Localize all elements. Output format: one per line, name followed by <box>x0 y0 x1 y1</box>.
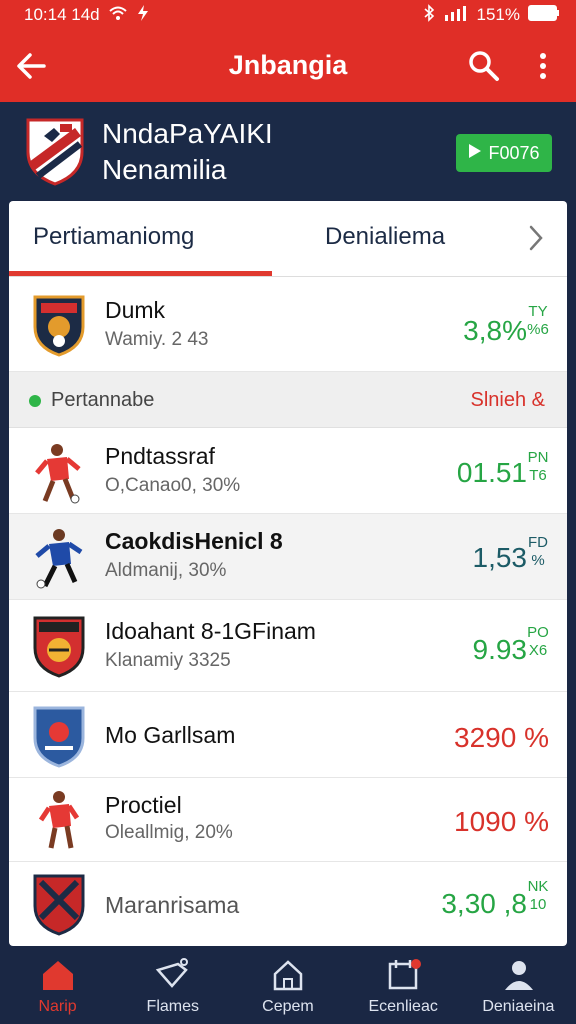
battery-level: 151% <box>476 5 520 24</box>
status-time: 10:14 14d <box>24 5 100 24</box>
club-shield-blue-icon <box>31 704 87 768</box>
signal-icon <box>443 5 469 26</box>
row-value: 3,30 ,8 <box>441 888 527 919</box>
row-name: Maranrisama <box>105 892 240 918</box>
play-icon <box>468 143 482 164</box>
nav-item-narip[interactable]: Narip <box>0 948 115 1024</box>
row-name: Dumk <box>105 297 166 323</box>
row-unit: PO X6 <box>527 624 549 660</box>
row-unit: PN T6 <box>527 449 549 485</box>
nav-label: Narip <box>38 998 77 1015</box>
list-item[interactable]: Idoahant 8-1GFinam Klanamiy 3325 9.93 PO… <box>9 600 567 692</box>
standings-card: Pertiamaniomg Denialiema Dumk Wamiy. 2 4… <box>9 201 567 946</box>
row-unit: TY %6 <box>527 303 549 339</box>
team-name-line2: Nenamilia <box>102 154 227 185</box>
tab-pertiamaniomg[interactable]: Pertiamaniomg <box>33 223 194 251</box>
row-unit-bottom: % <box>531 552 545 569</box>
flash-icon <box>136 4 150 26</box>
nav-label: Cepem <box>262 998 314 1015</box>
row-sub: Oleallmig, 20% <box>105 822 233 843</box>
row-sub: Wamiy. 2 43 <box>105 329 209 350</box>
club-shield-red-icon <box>31 872 87 936</box>
status-bar: 10:14 14d 151% <box>0 0 576 30</box>
nav-label: Flames <box>146 998 199 1015</box>
list-item[interactable]: Proctiel Oleallmig, 20% 1090 % <box>9 778 567 862</box>
row-value: 1090 % <box>454 806 549 837</box>
chevron-right-icon[interactable] <box>525 223 547 253</box>
list-item[interactable]: CaokdisHenicl 8 Aldmanij, 30% 1,53 FD % <box>9 514 567 600</box>
row-unit-bottom: 10 <box>529 896 547 913</box>
status-dot-icon <box>29 395 41 407</box>
calendar-icon <box>388 959 421 990</box>
row-unit-top: NK <box>527 878 549 895</box>
club-crest-icon <box>31 614 87 678</box>
row-name: Pndtassraf <box>105 443 215 469</box>
team-name-line1: NndaPaYAIKI <box>102 118 273 149</box>
row-unit-top: PN <box>527 449 549 466</box>
row-value: 3290 % <box>454 722 549 753</box>
battery-icon <box>528 4 560 26</box>
tab-denialiema[interactable]: Denialiema <box>325 223 445 251</box>
list-item[interactable]: Pndtassraf O,Canao0, 30% 01.51 PN T6 <box>9 429 567 514</box>
nav-item-cepem[interactable]: Cepem <box>230 948 345 1024</box>
row-value: 3,8% <box>463 315 527 346</box>
row-unit-bottom: T6 <box>529 467 547 484</box>
row-sub: Klanamiy 3325 <box>105 650 231 671</box>
row-unit: FD % <box>527 534 549 570</box>
club-crest-icon <box>31 293 87 357</box>
row-value: 9.93 <box>472 634 528 665</box>
player-blue-icon <box>31 526 87 590</box>
wifi-icon <box>108 5 128 26</box>
row-name: CaokdisHenicl 8 <box>105 528 283 554</box>
live-button[interactable]: F0076 <box>456 134 552 172</box>
live-button-label: F0076 <box>488 142 540 163</box>
search-icon[interactable] <box>466 48 502 84</box>
row-unit: NK 10 <box>527 878 549 914</box>
row-sub: Aldmanij, 30% <box>105 560 227 581</box>
nav-label: Ecenlieac <box>368 998 438 1015</box>
tag-icon <box>155 958 189 988</box>
row-unit-bottom: %6 <box>527 321 549 338</box>
section-label: Pertannabe <box>51 389 155 411</box>
row-unit-top: TY <box>528 303 548 320</box>
row-value: 1,53 <box>472 542 528 573</box>
tab-indicator <box>9 271 272 276</box>
row-name: Proctiel <box>105 792 182 818</box>
row-unit-bottom: X6 <box>528 642 548 659</box>
player-red-icon <box>31 441 87 505</box>
app-bar: Jnbangia <box>0 30 576 102</box>
row-name: Mo Garllsam <box>105 722 236 748</box>
home-icon <box>43 961 73 990</box>
player-red-icon <box>31 788 87 852</box>
profile-icon <box>504 961 533 990</box>
row-sub: O,Canao0, 30% <box>105 475 241 496</box>
row-unit-top: PO <box>527 624 549 641</box>
nav-item-ecenlieac[interactable]: Ecenlieac <box>346 948 461 1024</box>
row-unit-top: FD <box>528 534 548 551</box>
team-name: NndaPaYAIKI Nenamilia <box>102 116 273 188</box>
nav-label: Deniaeina <box>482 998 555 1015</box>
row-value: 01.51 <box>456 457 527 488</box>
more-vertical-icon[interactable] <box>528 48 558 84</box>
nav-item-flames[interactable]: Flames <box>115 948 230 1024</box>
house-icon <box>274 960 303 991</box>
bluetooth-icon <box>423 3 435 27</box>
nav-item-deniaeina[interactable]: Deniaeina <box>461 948 576 1024</box>
team-crest-icon <box>24 116 86 186</box>
list-item[interactable]: Mo Garllsam 3290 % <box>9 692 567 778</box>
list-item[interactable]: Maranrisama 3,30 ,8 NK 10 <box>9 862 567 946</box>
section-right-label[interactable]: Slnieh & <box>471 389 546 412</box>
row-name: Idoahant 8-1GFinam <box>105 618 316 644</box>
tab-bar: Pertiamaniomg Denialiema <box>9 201 567 277</box>
list-item[interactable]: Dumk Wamiy. 2 43 3,8% TY %6 <box>9 279 567 372</box>
bottom-nav: Narip Flames Cepem Ecenlieac Deniaeina <box>0 948 576 1024</box>
section-header: Pertannabe Slnieh & <box>9 372 567 428</box>
